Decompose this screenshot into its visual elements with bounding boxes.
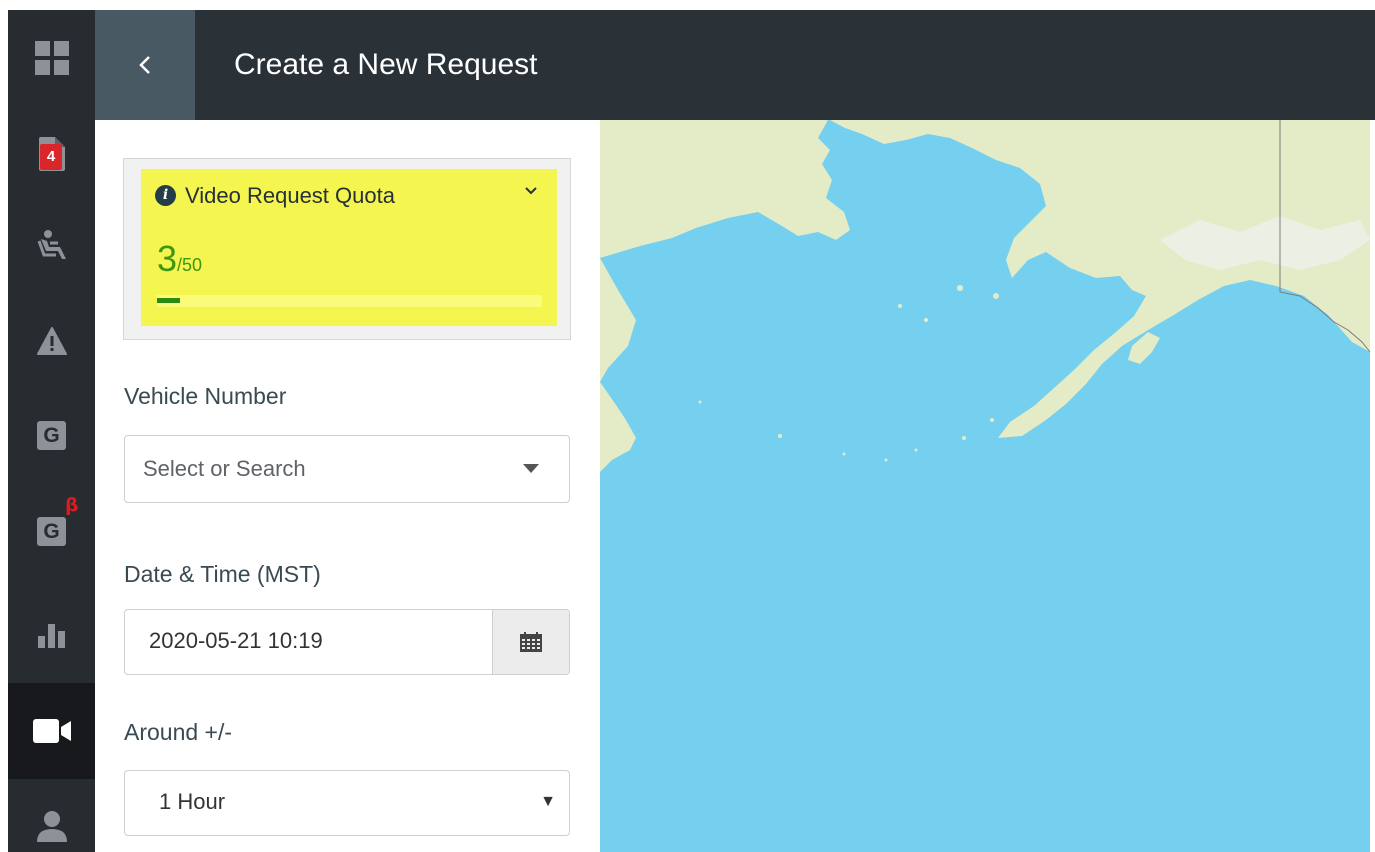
bar-chart-icon: [37, 624, 65, 648]
map-view[interactable]: [600, 120, 1370, 852]
info-icon: i: [155, 185, 176, 206]
datetime-input[interactable]: 2020-05-21 10:19: [124, 609, 570, 675]
sidebar-item-video[interactable]: [8, 683, 95, 779]
dropdown-arrow-icon: ▼: [540, 793, 556, 810]
quota-title: Video Request Quota: [185, 183, 395, 208]
datetime-value: 2020-05-21 10:19: [149, 628, 323, 653]
driver-seat-icon: [37, 230, 66, 259]
sidebar-item-alerts[interactable]: [8, 293, 95, 389]
geofence-icon: G: [37, 420, 66, 450]
quota-count: 3/50: [157, 239, 202, 279]
sidebar-item-reports[interactable]: [8, 588, 95, 684]
map-land-west-coast: [600, 258, 636, 382]
sidebar-item-profile[interactable]: [8, 778, 95, 852]
around-label: Around +/-: [124, 719, 233, 745]
map-land-west-lower: [600, 382, 636, 472]
page-title: Create a New Request: [234, 48, 538, 81]
calendar-icon: [520, 632, 542, 652]
map-canvas: [600, 120, 1370, 472]
sidebar: 4 G G β: [8, 10, 95, 852]
around-select[interactable]: 1 Hour ▼: [124, 770, 570, 836]
quota-used: 3: [157, 238, 178, 279]
notification-badge: 4: [40, 144, 62, 170]
sidebar-item-driver[interactable]: [8, 197, 95, 293]
chevron-down-icon[interactable]: [524, 186, 538, 196]
vehicle-number-select[interactable]: Select or Search: [124, 435, 570, 503]
caret-down-icon: [523, 464, 539, 473]
datetime-label: Date & Time (MST): [124, 561, 321, 587]
calendar-button[interactable]: [492, 610, 569, 674]
map-land-west-peninsula: [600, 120, 850, 258]
sidebar-item-geofence-beta[interactable]: G β: [8, 483, 95, 579]
dashboard-grid-icon: [34, 41, 69, 75]
around-value: 1 Hour: [159, 789, 226, 814]
vehicle-number-label: Vehicle Number: [124, 383, 287, 409]
sidebar-item-geofence[interactable]: G: [8, 387, 95, 483]
quota-total: /50: [177, 255, 203, 275]
user-icon: [36, 811, 67, 842]
sidebar-item-documents[interactable]: 4: [8, 106, 95, 202]
video-camera-icon: [32, 719, 71, 743]
warning-icon: [36, 327, 67, 355]
map-land-mainland: [830, 120, 1370, 438]
vehicle-number-placeholder: Select or Search: [143, 456, 306, 481]
quota-panel[interactable]: i Video Request Quota 3/50: [141, 169, 557, 326]
beta-superscript: β: [65, 494, 79, 516]
quota-card: i Video Request Quota 3/50: [123, 158, 571, 340]
quota-progress-bar: [157, 295, 542, 307]
chevron-left-icon: [139, 56, 150, 74]
request-form-panel: i Video Request Quota 3/50 Vehicle Numbe…: [95, 120, 600, 852]
back-button[interactable]: [95, 10, 195, 120]
quota-progress-fill: [157, 298, 181, 303]
page-header: Create a New Request: [95, 10, 1375, 120]
geofence-beta-icon: G: [37, 516, 66, 546]
sidebar-item-dashboard[interactable]: [8, 10, 95, 106]
